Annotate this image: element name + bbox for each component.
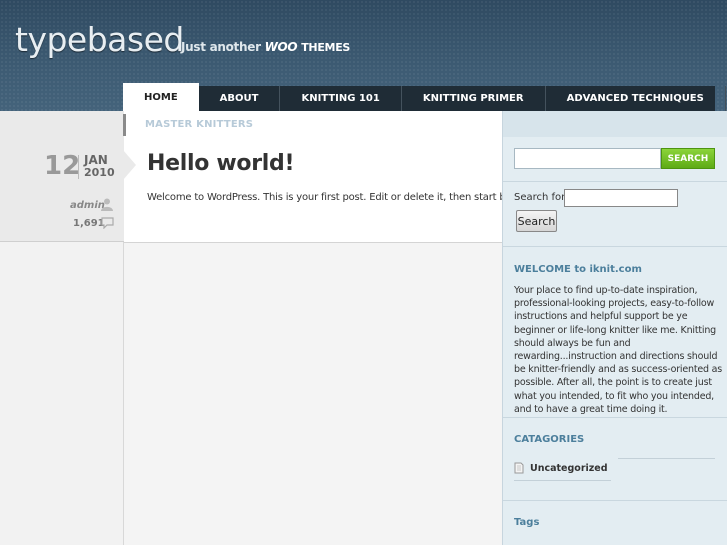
post-date-day: 12: [44, 151, 81, 181]
post-body: Welcome to WordPress. This is your first…: [147, 192, 545, 203]
search-input[interactable]: [514, 148, 661, 169]
post-date-year: 2010: [84, 166, 115, 179]
nav-item-home[interactable]: HOME: [123, 83, 199, 111]
search-label: Search for:: [514, 192, 569, 203]
post-comment-count[interactable]: 1,691: [73, 218, 105, 229]
category-underline: [514, 480, 611, 481]
sidebar-top-band: [503, 111, 727, 137]
search-field[interactable]: [564, 189, 678, 207]
tagline-prefix: Just another: [181, 40, 261, 54]
subnav-item-master-knitters[interactable]: MASTER KNITTERS: [145, 119, 253, 130]
categories-widget-title: CATAGORIES: [514, 434, 585, 445]
main-nav: HOME ABOUT KNITTING 101 KNITTING PRIMER …: [123, 83, 726, 111]
subnav-marker: [123, 114, 126, 136]
search-button[interactable]: SEARCH: [661, 148, 715, 169]
nav-item-about[interactable]: ABOUT: [199, 86, 281, 111]
content-lower-area: [124, 242, 502, 545]
site-header: typebased Just another WOO THEMES HOME A…: [0, 0, 727, 111]
user-icon: [101, 198, 113, 211]
nav-item-knitting-primer[interactable]: KNITTING PRIMER: [402, 86, 546, 111]
welcome-widget-title: WELCOME to iknit.com: [514, 264, 642, 275]
category-icon: [514, 462, 524, 474]
tags-widget-title: Tags: [514, 517, 540, 528]
date-pointer: [123, 150, 136, 180]
sidebar-divider: [503, 246, 727, 247]
category-link-uncategorized[interactable]: Uncategorized: [530, 463, 608, 474]
tagline-suffix: THEMES: [301, 41, 351, 54]
date-divider: [78, 155, 79, 179]
site-tagline: Just another WOO THEMES: [181, 40, 350, 54]
post-date-month: JAN: [84, 153, 108, 167]
main-content: [124, 111, 502, 545]
sidebar-divider: [503, 417, 727, 418]
post-title[interactable]: Hello world!: [147, 151, 295, 176]
search-submit-button[interactable]: Search: [516, 210, 557, 232]
category-underline: [618, 458, 715, 459]
nav-item-advanced-techniques[interactable]: ADVANCED TECHNIQUES: [546, 86, 726, 111]
welcome-widget-text: Your place to find up-to-date inspiratio…: [514, 285, 723, 415]
sidebar-divider: [503, 181, 727, 182]
post-author[interactable]: admin: [70, 200, 105, 211]
nav-item-knitting-101[interactable]: KNITTING 101: [280, 86, 402, 111]
sidebar-divider: [503, 500, 727, 501]
site-logo[interactable]: typebased: [15, 20, 184, 59]
comment-icon: [101, 217, 114, 229]
tagline-brand: WOO: [264, 40, 298, 54]
